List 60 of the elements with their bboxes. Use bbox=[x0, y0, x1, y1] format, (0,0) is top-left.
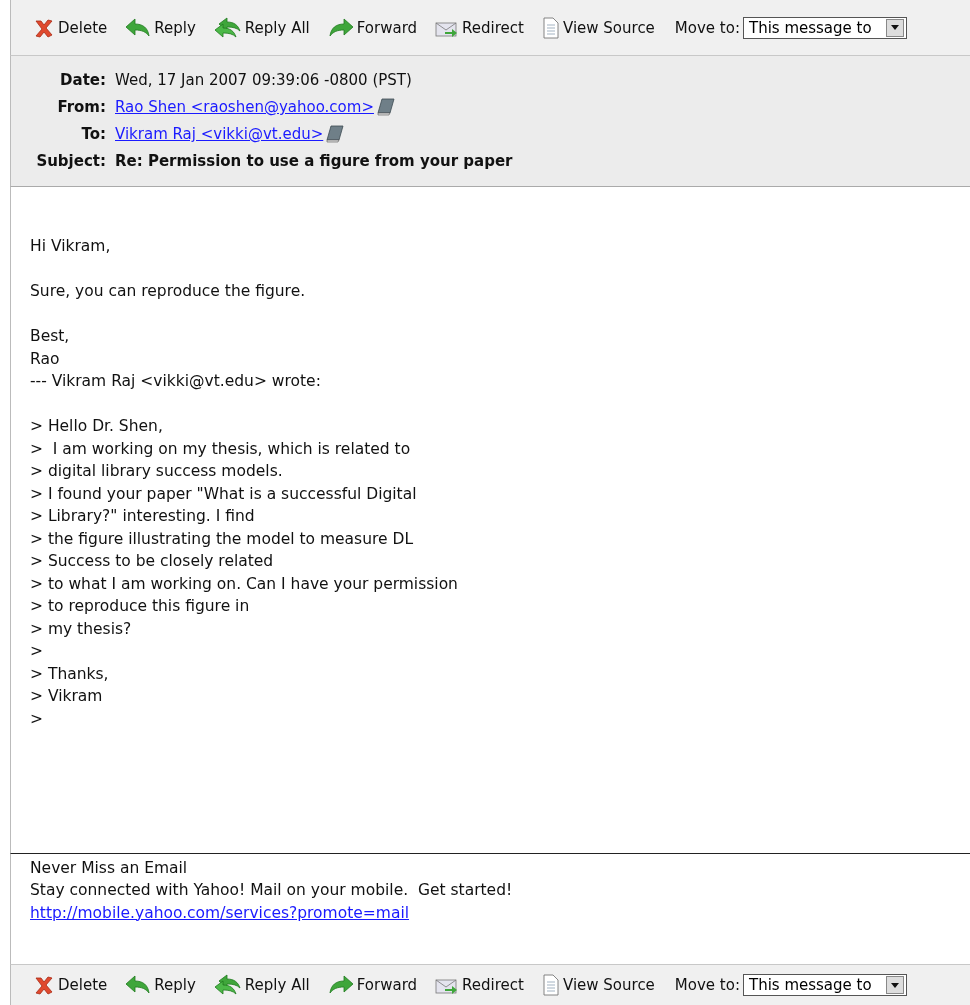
message-line: > my thesis? bbox=[30, 618, 133, 640]
date-text: Wed, 17 Jan 2007 09:39:06 -0800 (PST) bbox=[115, 71, 413, 89]
message-line: Rao bbox=[30, 348, 61, 370]
reply-all-icon bbox=[213, 16, 242, 39]
toolbar-button[interactable]: Forward bbox=[327, 975, 418, 995]
toolbar-button[interactable]: Redirect bbox=[435, 975, 524, 995]
message-line: > Thanks, bbox=[30, 663, 110, 685]
delete-icon bbox=[33, 975, 55, 995]
dropdown-caret-icon bbox=[890, 982, 899, 988]
toolbar-button[interactable]: View Source bbox=[541, 16, 655, 39]
footer-text: Stay connected with Yahoo! Mail on your mobile. Get started! bbox=[30, 880, 514, 901]
dropdown-caret-icon bbox=[890, 25, 899, 30]
toolbar-button[interactable]: Reply All bbox=[213, 16, 310, 39]
document-icon bbox=[541, 16, 560, 39]
document-icon bbox=[541, 974, 560, 996]
toolbar-button[interactable]: Reply bbox=[125, 975, 196, 995]
message-line: > the figure illustrating the model to measure DL bbox=[30, 528, 415, 550]
forward-icon bbox=[327, 975, 354, 995]
forward-icon bbox=[327, 17, 354, 38]
header-label: Date: bbox=[59, 71, 106, 89]
reply-icon bbox=[125, 975, 152, 995]
toolbar-button[interactable]: Reply bbox=[125, 17, 196, 38]
toolbar-button[interactable]: Delete bbox=[33, 17, 108, 38]
message-line: Sure, you can reproduce the figure. bbox=[30, 281, 307, 302]
move-to-dropdown[interactable]: This message to bbox=[742, 974, 907, 996]
contact-link[interactable]: Rao Shen <raoshen@yahoo.com> bbox=[115, 98, 374, 116]
message-line: > Library?" interesting. I find bbox=[30, 506, 256, 527]
message-line: > to reproduce this figure in bbox=[30, 596, 251, 617]
address-book-icon[interactable] bbox=[375, 98, 396, 116]
message-line: > bbox=[30, 708, 44, 730]
footer-text: Never Miss an Email bbox=[30, 857, 189, 879]
message-line: > I found your paper "What is a successful Digital bbox=[30, 483, 418, 505]
message-line: > to what I am working on. Can I have your permission bbox=[30, 573, 459, 595]
footer-link[interactable]: http://mobile.yahoo.com/services?promote=mail bbox=[30, 901, 409, 924]
message-line: --- Vikram Raj <vikki@vt.edu> wrote: bbox=[30, 371, 322, 392]
message-line: > I am working on my thesis, which is related to bbox=[30, 438, 412, 460]
message-line: > Hello Dr. Shen, bbox=[30, 416, 164, 437]
toolbar-button[interactable]: Redirect bbox=[435, 17, 524, 38]
message-line: > bbox=[30, 641, 44, 662]
toolbar-button[interactable]: Forward bbox=[327, 17, 418, 38]
address-book-icon[interactable] bbox=[325, 125, 346, 143]
message-line: > Vikram bbox=[30, 686, 104, 707]
reply-icon bbox=[125, 17, 152, 38]
message-line: > Success to be closely related bbox=[30, 551, 275, 572]
reply-all-icon bbox=[213, 974, 242, 996]
header-label: From: bbox=[56, 98, 106, 116]
toolbar-button[interactable]: Delete bbox=[33, 975, 108, 995]
message-line: Best, bbox=[30, 326, 71, 347]
move-to-label: Move to: bbox=[674, 18, 740, 37]
toolbar-button[interactable]: View Source bbox=[541, 974, 655, 996]
message-line: Hi Vikram, bbox=[30, 236, 112, 257]
header-label: To: bbox=[80, 125, 106, 143]
header-label: Subject: bbox=[35, 152, 106, 170]
move-to-dropdown[interactable]: This message to bbox=[742, 16, 907, 39]
move-to-label: Move to: bbox=[674, 976, 740, 994]
contact-link[interactable]: Vikram Raj <vikki@vt.edu> bbox=[115, 125, 324, 143]
toolbar-button[interactable]: Reply All bbox=[213, 974, 310, 996]
subject-text: Re: Permission to use a figure from your paper bbox=[115, 152, 514, 170]
delete-icon bbox=[33, 17, 55, 38]
message-line: > digital library success models. bbox=[30, 461, 284, 482]
